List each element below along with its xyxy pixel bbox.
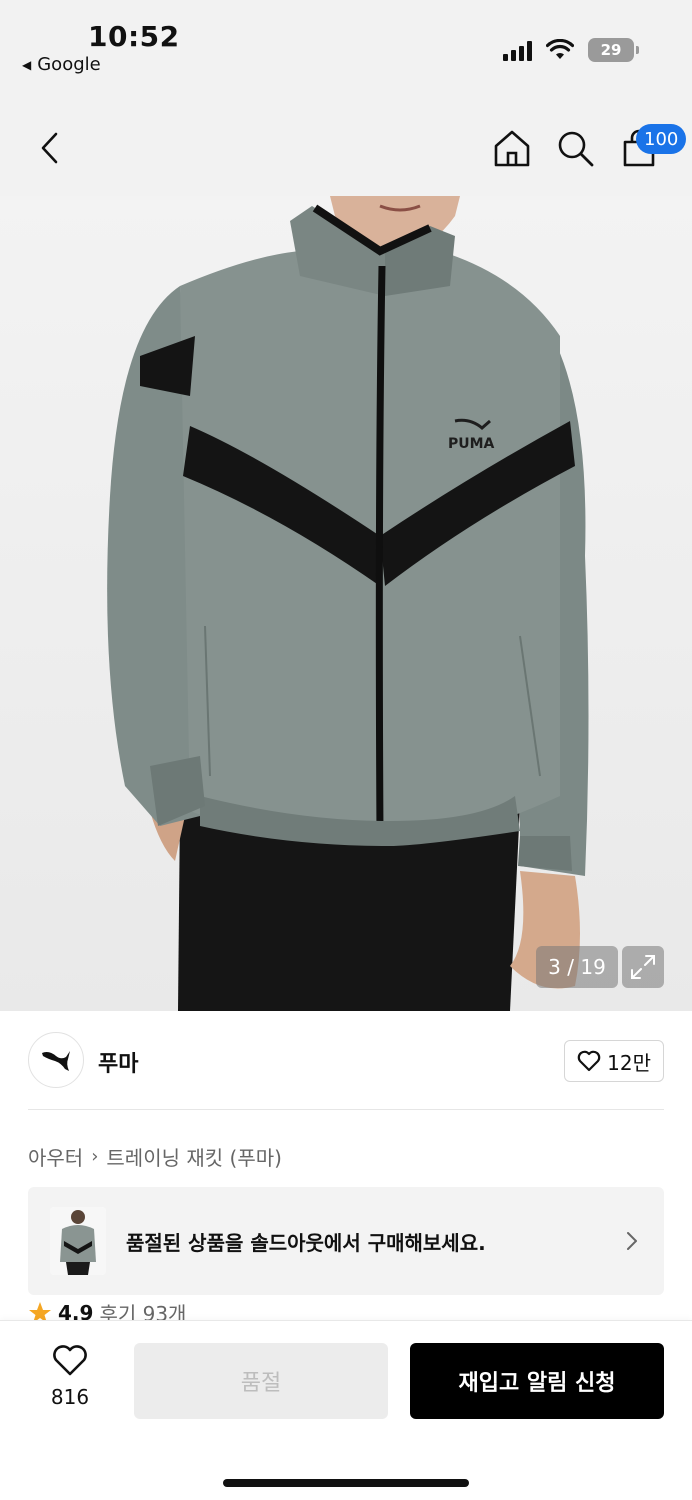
home-icon: [494, 130, 530, 167]
product-photo: PUMA: [107, 196, 589, 1011]
heart-outline-icon: [577, 1050, 601, 1072]
puma-logo-icon: [42, 1051, 70, 1071]
banner-text: 품절된 상품을 솔드아웃에서 구매해보세요.: [126, 1231, 486, 1255]
soldout-button[interactable]: 품절: [134, 1343, 388, 1419]
back-triangle-icon: ◀: [22, 57, 32, 72]
product-image-gallery[interactable]: PUMA: [0, 196, 692, 1011]
home-button[interactable]: [490, 126, 534, 170]
chevron-right-icon: ›: [91, 1146, 99, 1167]
status-time: 10:52: [88, 20, 180, 53]
back-to-app-link[interactable]: ◀ Google: [22, 54, 101, 75]
chevron-left-icon: [41, 132, 58, 164]
brand-row: 푸마 12만: [28, 1032, 664, 1110]
wishlist-count: 816: [50, 1385, 90, 1409]
battery-icon: 29: [588, 38, 639, 62]
top-nav-bar: [0, 96, 692, 196]
banner-thumbnail: [50, 1207, 106, 1275]
breadcrumb-product[interactable]: 트레이닝 재킷 (푸마): [106, 1142, 282, 1171]
jacket-logo-text: PUMA: [448, 436, 495, 452]
breadcrumb-category[interactable]: 아우터: [28, 1142, 83, 1171]
wishlist-button[interactable]: 816: [40, 1345, 100, 1409]
image-counter: 3 / 19: [536, 946, 618, 988]
brand-name[interactable]: 푸마: [98, 1046, 138, 1078]
soldout-promo-banner[interactable]: 품절된 상품을 솔드아웃에서 구매해보세요.: [28, 1187, 664, 1295]
system-icons: 29: [503, 38, 639, 62]
expand-icon: [631, 955, 655, 979]
breadcrumb: 아우터 › 트레이닝 재킷 (푸마): [28, 1142, 282, 1171]
search-button[interactable]: [553, 126, 597, 170]
battery-level: 29: [600, 41, 622, 59]
brand-like-count: 12만: [607, 1050, 651, 1075]
expand-image-button[interactable]: [622, 946, 664, 988]
home-indicator: [223, 1479, 469, 1487]
search-icon: [558, 131, 594, 167]
restock-alert-button[interactable]: 재입고 알림 신청: [410, 1343, 664, 1419]
cart-count-badge: 100: [636, 124, 687, 154]
bottom-action-bar: 816 품절 재입고 알림 신청: [0, 1320, 692, 1500]
cellular-signal-icon: [503, 39, 532, 61]
heart-outline-icon: [53, 1345, 87, 1376]
back-app-label: Google: [37, 54, 101, 75]
wifi-icon: [546, 39, 574, 59]
chevron-right-icon: [627, 1232, 637, 1250]
brand-like-button[interactable]: 12만: [564, 1040, 664, 1082]
status-bar: 10:52 ◀ Google 29: [0, 0, 692, 96]
brand-logo[interactable]: [28, 1032, 84, 1088]
back-button[interactable]: [28, 126, 72, 170]
